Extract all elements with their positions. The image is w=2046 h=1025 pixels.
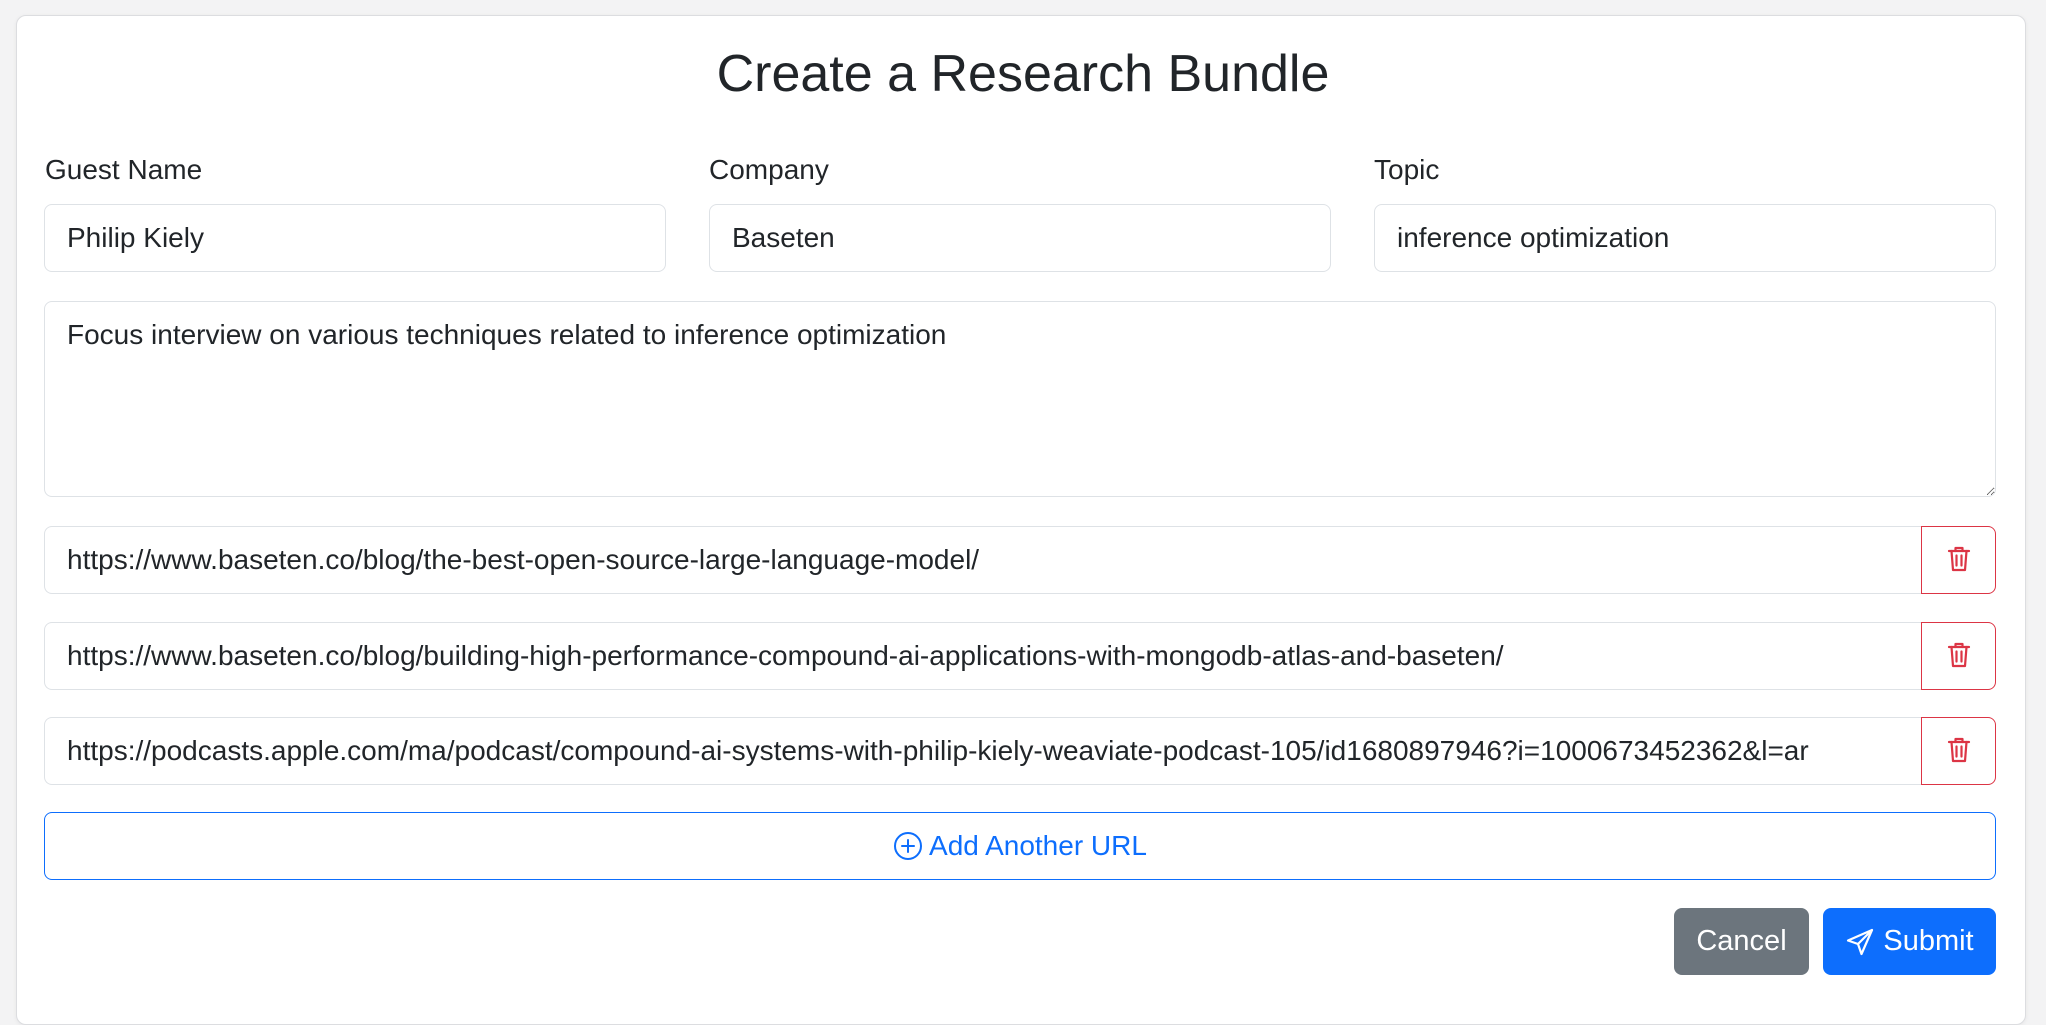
plus-circle-icon [893, 831, 923, 861]
company-label: Company [709, 154, 829, 185]
trash-icon [1947, 545, 1971, 576]
send-icon [1845, 927, 1875, 957]
page-title: Create a Research Bundle [716, 45, 1330, 103]
trash-icon [1947, 641, 1971, 672]
add-url-button[interactable]: Add Another URL [44, 812, 1996, 880]
cancel-button[interactable]: Cancel [1674, 908, 1809, 975]
topic-label: Topic [1374, 154, 1440, 185]
notes-textarea[interactable]: Focus interview on various techniques re… [44, 301, 1996, 497]
guest-name-input[interactable] [44, 204, 666, 272]
url-input[interactable] [44, 717, 1922, 785]
topic-input[interactable] [1374, 204, 1996, 272]
url-row [44, 622, 1996, 690]
company-input[interactable] [709, 204, 1331, 272]
delete-url-button[interactable] [1921, 526, 1996, 594]
guest-name-label: Guest Name [45, 154, 203, 185]
url-row [44, 717, 1996, 785]
url-input[interactable] [44, 526, 1922, 594]
delete-url-button[interactable] [1921, 717, 1996, 785]
trash-icon [1947, 736, 1971, 767]
delete-url-button[interactable] [1921, 622, 1996, 690]
url-row [44, 526, 1996, 594]
submit-label: Submit [1883, 925, 1974, 957]
submit-button[interactable]: Submit [1823, 908, 1996, 975]
url-input[interactable] [44, 622, 1922, 690]
add-url-label: Add Another URL [929, 830, 1147, 861]
